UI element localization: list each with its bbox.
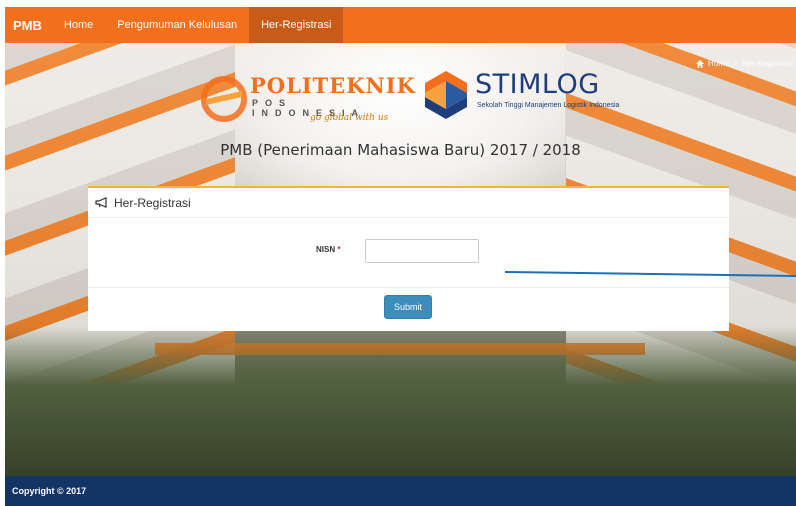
bullhorn-icon: [95, 197, 107, 208]
page-title: PMB (Penerimaan Mahasiswa Baru) 2017 / 2…: [220, 141, 581, 159]
nisn-label-text: NISN: [316, 245, 336, 254]
brand-link[interactable]: PMB: [5, 7, 52, 43]
nav-item-pengumuman-kelulusan[interactable]: Pengumuman Kelulusan: [105, 7, 249, 43]
panel-header: Her-Registrasi: [88, 188, 729, 218]
politeknik-logo: POLITEKNIK POS INDONESIA go global with …: [200, 71, 415, 135]
stimlog-name: STIMLOG: [475, 69, 600, 100]
top-navbar: PMB Home Pengumuman Kelulusan Her-Regist…: [5, 7, 796, 43]
breadcrumb-home-link[interactable]: Home: [708, 59, 729, 68]
footer: Copyright © 2017: [5, 476, 796, 506]
required-mark: *: [337, 245, 341, 254]
stimlog-logo: STIMLOG Sekolah Tinggi Manajemen Logisti…: [423, 69, 623, 125]
garden-background: [5, 326, 796, 476]
nav-item-her-registrasi[interactable]: Her-Registrasi: [249, 7, 344, 43]
nisn-input[interactable]: [365, 239, 479, 263]
breadcrumb-separator: >: [733, 59, 738, 68]
breadcrumb-current: Her-Registrasi: [741, 59, 793, 68]
stimlog-emblem-icon: [425, 71, 467, 119]
nav-item-home[interactable]: Home: [52, 7, 105, 43]
breadcrumb: Home > Her-Registrasi: [695, 59, 793, 68]
politeknik-emblem-icon: [201, 76, 247, 122]
panel-title: Her-Registrasi: [114, 195, 191, 210]
stimlog-subtitle: Sekolah Tinggi Manajemen Logistik Indone…: [477, 102, 620, 109]
politeknik-tagline: go global with us: [310, 113, 389, 123]
copyright-text: Copyright © 2017: [12, 486, 87, 496]
panel-body: NISN *: [88, 218, 729, 288]
nisn-label: NISN *: [316, 245, 340, 254]
politeknik-name: POLITEKNIK: [250, 73, 416, 98]
submit-button[interactable]: Submit: [384, 295, 432, 319]
her-registrasi-panel: Her-Registrasi NISN * Submit: [88, 186, 729, 331]
home-icon: [695, 59, 704, 68]
